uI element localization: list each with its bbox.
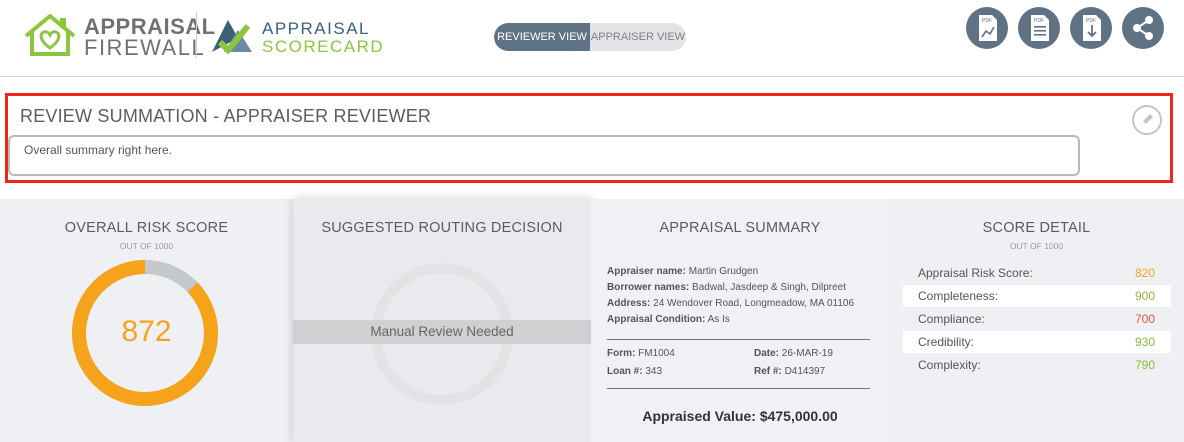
score-detail-title: SCORE DETAIL <box>982 220 1091 236</box>
share-button[interactable] <box>1122 7 1164 49</box>
pdf-label-2: PDF <box>1034 18 1044 24</box>
score-detail-label: Complexity: <box>918 358 981 372</box>
score-detail-label: Appraisal Risk Score: <box>918 266 1033 280</box>
appraiser-view-button[interactable]: APPRAISER VIEW <box>590 23 686 51</box>
score-detail-subtitle: OUT OF 1000 <box>1009 241 1064 251</box>
pdf-download-button[interactable]: PDF <box>1070 7 1112 49</box>
pdf-chart-button[interactable]: PDF <box>966 7 1008 49</box>
address-row: Address: 24 Wendover Road, Longmeadow, M… <box>607 298 855 309</box>
divider-bottom <box>607 388 870 389</box>
routing-decision-bar: Manual Review Needed <box>293 320 591 344</box>
ref-value: D414397 <box>784 366 826 377</box>
summary-text-box[interactable]: Overall summary right here. <box>8 135 1080 176</box>
score-detail-value: 700 <box>1134 312 1155 326</box>
pencil-icon <box>1142 114 1153 125</box>
score-detail-row: Compliance: 700 <box>903 308 1171 330</box>
score-detail-value: 930 <box>1134 335 1155 349</box>
appraisal-scorecard-logo[interactable]: APPRAISAL SCORECARD <box>208 12 383 58</box>
appraisal-summary-card: APPRAISAL SUMMARY Appraiser name: Martin… <box>591 199 889 442</box>
score-detail-value: 900 <box>1134 289 1155 303</box>
dashboard-cards: OVERALL RISK SCORE OUT OF 1000 872 SUGGE… <box>0 199 1184 442</box>
scorecard-mountain-icon <box>212 20 252 55</box>
form-value: FM1004 <box>638 348 675 359</box>
borrower-row: Borrower names: Badwal, Jasdeep & Singh,… <box>607 282 847 293</box>
pdf-chart-icon: PDF <box>979 15 997 41</box>
review-summation-panel: REVIEW SUMMATION - APPRAISER REVIEWER Ov… <box>5 93 1173 183</box>
score-detail-row: Complexity: 790 <box>903 354 1171 376</box>
overall-risk-score-card: OVERALL RISK SCORE OUT OF 1000 872 <box>0 199 293 442</box>
logo1-line2: FIREWALL <box>84 35 206 60</box>
logo2-line2: SCORECARD <box>262 37 385 56</box>
score-detail-card: SCORE DETAIL OUT OF 1000 Appraisal Risk … <box>889 199 1184 442</box>
risk-score-value: 872 <box>121 315 172 348</box>
pdf-download-icon: PDF <box>1083 15 1101 41</box>
appraisal-firewall-logo[interactable]: APPRAISAL FIREWALL <box>22 12 215 59</box>
score-detail-label: Compliance: <box>918 312 985 326</box>
condition-row: Appraisal Condition: As Is <box>607 314 730 325</box>
score-detail-value: 820 <box>1134 266 1155 280</box>
routing-decision-card: SUGGESTED ROUTING DECISION Manual Review… <box>293 199 591 442</box>
appraised-value: Appraised Value: $475,000.00 <box>642 408 838 424</box>
summary-text: Overall summary right here. <box>24 143 173 157</box>
review-summation-title: REVIEW SUMMATION - APPRAISER REVIEWER <box>20 106 432 126</box>
appraisal-condition: As Is <box>707 314 730 325</box>
borrower-names: Badwal, Jasdeep & Singh, Dilpreet <box>692 282 847 293</box>
pdf-label-1: PDF <box>982 18 992 24</box>
reviewer-view-button[interactable]: REVIEWER VIEW <box>494 23 590 51</box>
routing-decision-text: Manual Review Needed <box>370 324 514 339</box>
loan-value: 343 <box>645 366 663 377</box>
score-detail-label: Completeness: <box>918 289 999 303</box>
address: 24 Wendover Road, Longmeadow, MA 01106 <box>653 298 855 309</box>
appraisal-details: Appraiser name: Martin Grudgen Borrower … <box>607 264 873 328</box>
house-heart-icon <box>24 14 76 56</box>
score-detail-row: Completeness: 900 <box>903 285 1171 307</box>
appraisal-title: APPRAISAL SUMMARY <box>659 220 821 236</box>
view-toggle: REVIEWER VIEW APPRAISER VIEW <box>494 23 686 51</box>
header: APPRAISAL FIREWALL APPRAISAL SCORECARD R… <box>0 0 1184 77</box>
appraised-value-amount: $475,000.00 <box>759 408 838 424</box>
score-detail-row: Appraisal Risk Score: 820 <box>903 262 1171 284</box>
appraiser-row: Appraiser name: Martin Grudgen <box>607 266 759 277</box>
logo-divider <box>196 12 197 58</box>
edit-button[interactable] <box>1132 105 1162 135</box>
appraiser-name: Martin Grudgen <box>688 266 759 277</box>
pdf-document-button[interactable]: PDF <box>1018 7 1060 49</box>
score-detail-value: 790 <box>1134 358 1155 372</box>
share-icon <box>1133 16 1153 40</box>
score-detail-label: Credibility: <box>918 335 975 349</box>
date-value: 26-MAR-19 <box>781 348 833 359</box>
divider-top <box>607 339 870 340</box>
pdf-document-icon: PDF <box>1031 15 1049 41</box>
score-detail-row: Credibility: 930 <box>903 331 1171 353</box>
logo2-line1: APPRAISAL <box>262 19 370 38</box>
pdf-label-3: PDF <box>1086 18 1096 24</box>
